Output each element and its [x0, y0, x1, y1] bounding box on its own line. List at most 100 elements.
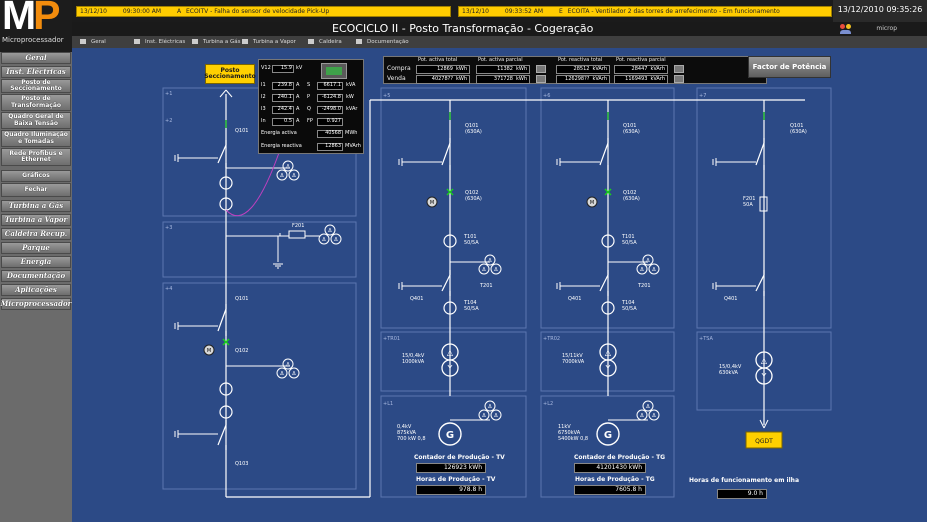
panel-label: +1 [165, 91, 172, 97]
energy-value: 371728 kWh [476, 75, 530, 84]
sidebar-item[interactable]: Inst. Eléctricas [1, 66, 71, 78]
posto-seccionamento-button[interactable]: Posto Seccionamento [204, 64, 256, 84]
tab-documentacao[interactable]: Documentação [356, 38, 409, 46]
label-t201: T201 [637, 283, 651, 289]
energy-number: 371728 [493, 76, 513, 82]
sidebar-item[interactable]: Posto de Seccionamento [1, 79, 71, 93]
tab-label: Caldeira [319, 39, 342, 45]
sidebar-item[interactable]: Parque [1, 242, 71, 254]
sidebar-item[interactable]: Turbina a Vapor [1, 214, 71, 226]
alarm-line-2[interactable]: 13/12/10 09:33:52 AM E ECOITA - Ventilad… [458, 6, 832, 17]
transformer-triplet-icon: ΔΔ Δ [318, 224, 342, 245]
transformer-triplet-icon: ΔΔ Δ [636, 400, 660, 421]
sidebar-item-label: Fechar [24, 185, 48, 193]
brand-logo: MP Microprocessador [0, 0, 72, 52]
tab-geral[interactable]: Geral [80, 38, 106, 46]
tab-turbina-vapor[interactable]: Turbina a Vapor [242, 38, 296, 46]
label-q102: Q102 (630A) [465, 190, 482, 202]
sidebar-item[interactable]: Quadro Iluminação e Tomadas [1, 130, 71, 147]
sidebar-item-label: Aplicações [15, 285, 57, 295]
label-q401: Q401 [410, 296, 423, 302]
alarm-text: ECOITA - Ventilador 2 das torres de arre… [567, 8, 780, 15]
sidebar-item[interactable]: Aplicações [1, 284, 71, 296]
measurement-link [225, 149, 281, 216]
sidebar-item[interactable]: Fechar [1, 183, 71, 197]
label-t101: T101 50/5A [621, 234, 637, 246]
sidebar-item-label: Microprocessador [0, 299, 72, 309]
switch-blade [441, 274, 451, 292]
page-title: ECOCICLO II - Posto Transformação - Coge… [332, 22, 594, 35]
logo-subtitle: Microprocessador [2, 36, 64, 44]
sidebar-item[interactable]: Geral [1, 52, 71, 64]
sidebar-item-label: Inst. Eléctricas [6, 67, 66, 77]
meter-label: In [261, 118, 266, 124]
panel-label: +TR01 [383, 336, 400, 342]
power-factor-button[interactable]: Factor de Potência [748, 56, 831, 78]
switch-blade [599, 142, 609, 166]
meter-label: I3 [261, 106, 266, 112]
ct-glyph: Δ [280, 173, 284, 179]
alarm-line-1[interactable]: 13/12/10 09:30:00 AM A ECOITV - Falha do… [76, 6, 451, 17]
energy-table: Pot. activa total Pot. activa parcial Pot.… [383, 56, 767, 84]
switch-blade [599, 274, 609, 292]
title-bar: ECOCICLO II - Posto Transformação - Coge… [72, 22, 927, 36]
tab-caldeira[interactable]: Caldeira [308, 38, 342, 46]
meter-label: I1 [261, 82, 266, 88]
energy-number: 1169493 [625, 76, 648, 82]
tab-turbina-gas[interactable]: Turbina a Gás [192, 38, 241, 46]
delta-glyph: △ [447, 348, 454, 357]
alarm-bar: 13/12/10 09:30:00 AM A ECOITV - Falha do… [72, 0, 927, 22]
reset-button[interactable] [536, 75, 546, 83]
sidebar-item[interactable]: Rede Profibus e Ethernet [1, 148, 71, 166]
transformer-triplet-icon: ΔΔ Δ [276, 358, 300, 379]
wye-glyph: Y [761, 372, 767, 381]
sidebar-item[interactable]: Gráficos [1, 170, 71, 182]
sidebar: Geral Inst. Eléctricas Posto de Seccioname… [0, 52, 72, 522]
tab-label: Turbina a Vapor [253, 39, 296, 45]
tab-icon [356, 39, 362, 44]
sidebar-item[interactable]: Posto de Transformação [1, 94, 71, 111]
energy-value: 1169493 kVArh [614, 75, 668, 84]
energy-value: 12869 kWh [416, 65, 470, 74]
energy-unit: kVArh [592, 76, 607, 82]
ct-glyph: Δ [482, 267, 486, 273]
sidebar-item[interactable]: Caldeira Recup. [1, 228, 71, 240]
meter-value: 242.4 [272, 106, 294, 114]
sidebar-item-label: Geral [25, 53, 47, 63]
label-g2: 11kV 6750kVA 5400kW 0,8 [558, 424, 588, 442]
ct-glyph: Δ [292, 173, 296, 179]
meter-value: 0.927 [317, 118, 343, 126]
sidebar-item[interactable]: Energia [1, 256, 71, 268]
meter-value: -2498.0 [317, 106, 343, 114]
ct-glyph: Δ [322, 237, 326, 243]
meter-unit: A [296, 94, 300, 100]
label-t201: T201 [479, 283, 493, 289]
meter-unit: kV [296, 65, 303, 71]
tg-production-label: Contador de Produção - TG [574, 454, 666, 461]
sidebar-item[interactable]: Turbina a Gás [1, 200, 71, 212]
energy-value: 28447 kVArh [614, 65, 668, 74]
reset-button[interactable] [674, 65, 684, 73]
sidebar-item-label: Quadro Geral de Baixa Tensão [8, 113, 64, 127]
ct-glyph: Δ [652, 413, 656, 419]
single-line-diagram: +1+2+3+4+5 +6 +7+TR01 +TR02 +TSA+L1 +L2Q101ΔΔ… [162, 87, 832, 498]
panel-label: +L1 [383, 401, 393, 407]
reset-button[interactable] [536, 65, 546, 73]
ct-glyph: Δ [292, 371, 296, 377]
panel-label: +TSA [699, 336, 714, 342]
label-q101: Q101 [235, 296, 248, 302]
ct-glyph: Δ [280, 371, 284, 377]
switch-blade [217, 144, 227, 164]
tab-icon [134, 39, 140, 44]
sidebar-item[interactable]: Documentação [1, 270, 71, 282]
sidebar-item[interactable]: Microprocessador [1, 298, 71, 310]
sidebar-item[interactable]: Quadro Geral de Baixa Tensão [1, 112, 71, 129]
energy-unit: kWh [515, 76, 527, 82]
label-t101: T101 50/5A [463, 234, 479, 246]
tab-inst-electricas[interactable]: Inst. Eléctricas [134, 38, 185, 46]
power-meter: V12 15.9 kV I1 239.8 A S 6617.1 kVA I2 240.1 A P -612… [258, 59, 364, 154]
reset-button[interactable] [674, 75, 684, 83]
meter-label: FP [307, 118, 313, 124]
energy-value: 126298?? kVArh [556, 75, 610, 84]
panel-label: +TR02 [543, 336, 560, 342]
